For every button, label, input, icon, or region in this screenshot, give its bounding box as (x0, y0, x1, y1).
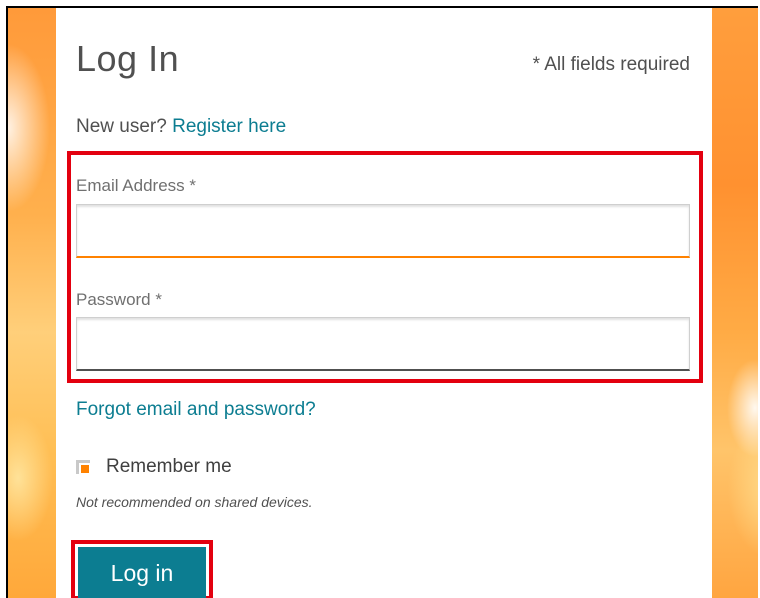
new-user-prompt: New user? Register here (76, 116, 286, 138)
remember-me-label[interactable]: Remember me (106, 456, 232, 478)
forgot-credentials-link[interactable]: Forgot email and password? (76, 399, 316, 421)
remember-me-checkbox[interactable] (76, 460, 90, 474)
email-field[interactable] (76, 204, 690, 258)
email-label: Email Address * (76, 176, 196, 195)
login-button[interactable]: Log in (78, 547, 206, 598)
background-decoration-left (8, 8, 56, 598)
register-link[interactable]: Register here (172, 116, 286, 137)
password-field[interactable] (76, 317, 690, 371)
login-panel: Log In * All fields required New user? R… (56, 8, 712, 598)
remember-me-hint: Not recommended on shared devices. (76, 494, 313, 510)
new-user-text: New user? (76, 116, 167, 137)
background-decoration-right (710, 8, 758, 598)
remember-me-row[interactable]: Remember me (76, 456, 232, 478)
page-title: Log In (76, 38, 180, 79)
required-fields-note: * All fields required (532, 54, 690, 75)
login-window: Log In * All fields required New user? R… (6, 6, 758, 598)
password-label: Password * (76, 290, 162, 309)
